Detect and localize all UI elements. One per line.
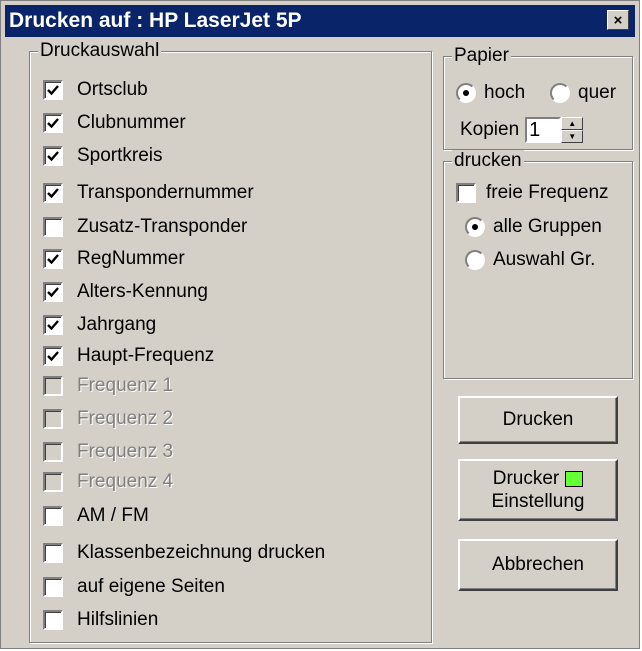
radio-alle-gruppen-label: alle Gruppen bbox=[493, 216, 602, 237]
druckauswahl-item-label: Clubnummer bbox=[77, 112, 186, 133]
freie-frequenz-label: freie Frequenz bbox=[486, 182, 609, 203]
druckauswahl-item[interactable]: auf eigene Seiten bbox=[43, 576, 225, 598]
radio-alle-gruppen[interactable]: alle Gruppen bbox=[465, 216, 602, 238]
radio-auswahl-gr-circle[interactable] bbox=[465, 250, 485, 270]
checkmark-icon bbox=[47, 287, 59, 298]
checkmark-icon bbox=[47, 118, 59, 129]
druckauswahl-item-label: Frequenz 4 bbox=[77, 471, 174, 492]
druckauswahl-checkbox[interactable] bbox=[43, 113, 63, 133]
druckauswahl-group-label: Druckauswahl bbox=[38, 40, 162, 62]
druckauswahl-checkbox bbox=[43, 442, 63, 462]
radio-hoch-circle[interactable] bbox=[456, 83, 476, 103]
radio-dot-alle-gruppen bbox=[472, 224, 478, 230]
checkmark-icon bbox=[47, 151, 59, 162]
druckauswahl-item[interactable]: Klassenbezeichnung drucken bbox=[43, 542, 325, 564]
spin-down-icon[interactable]: ▼ bbox=[561, 130, 584, 143]
druckauswahl-item-label: Alters-Kennung bbox=[77, 281, 208, 302]
drucker-button-line2: Einstellung bbox=[491, 491, 585, 512]
radio-hoch-label: hoch bbox=[484, 82, 526, 103]
druckauswahl-checkbox bbox=[43, 409, 63, 429]
kopien-input[interactable]: 1 bbox=[525, 117, 562, 143]
druckauswahl-item[interactable]: Haupt-Frequenz bbox=[43, 345, 214, 367]
druckauswahl-item-label: AM / FM bbox=[77, 505, 149, 526]
radio-quer[interactable]: quer bbox=[550, 82, 616, 104]
drucken-group-label: drucken bbox=[452, 150, 524, 172]
status-indicator-icon bbox=[565, 470, 584, 487]
drucken-button[interactable]: Drucken bbox=[458, 396, 618, 444]
druckauswahl-item-label: Ortsclub bbox=[77, 79, 148, 100]
druckauswahl-item: Frequenz 1 bbox=[43, 375, 173, 397]
druckauswahl-item-label: Frequenz 3 bbox=[77, 441, 174, 462]
druckauswahl-item-label: RegNummer bbox=[77, 248, 185, 269]
druckauswahl-item-label: Hilfslinien bbox=[77, 609, 159, 630]
druckauswahl-item[interactable]: Clubnummer bbox=[43, 112, 186, 134]
druckauswahl-item-label: Sportkreis bbox=[77, 145, 163, 166]
drucker-button-line1: Drucker bbox=[492, 468, 560, 489]
radio-alle-gruppen-circle[interactable] bbox=[465, 217, 485, 237]
checkmark-icon bbox=[47, 320, 59, 331]
druckauswahl-item-label: Klassenbezeichnung drucken bbox=[77, 542, 326, 563]
druckauswahl-checkbox[interactable] bbox=[43, 543, 63, 563]
druckauswahl-checkbox[interactable] bbox=[43, 183, 63, 203]
druckauswahl-item[interactable]: Alters-Kennung bbox=[43, 281, 208, 303]
radio-auswahl-gr-label: Auswahl Gr. bbox=[493, 249, 596, 270]
checkmark-icon bbox=[47, 351, 59, 362]
window-title: Drucken auf : HP LaserJet 5P bbox=[9, 9, 302, 32]
druckauswahl-checkbox bbox=[43, 376, 63, 396]
druckauswahl-item: Frequenz 3 bbox=[43, 441, 173, 463]
druckauswahl-checkbox[interactable] bbox=[43, 506, 63, 526]
druckauswahl-item-label: Zusatz-Transponder bbox=[77, 216, 248, 237]
radio-auswahl-gr[interactable]: Auswahl Gr. bbox=[465, 249, 595, 271]
druckauswahl-item[interactable]: Hilfslinien bbox=[43, 609, 158, 631]
checkmark-icon bbox=[47, 254, 59, 265]
radio-hoch[interactable]: hoch bbox=[456, 82, 525, 104]
papier-group-label: Papier bbox=[452, 45, 511, 67]
druckauswahl-item[interactable]: Ortsclub bbox=[43, 79, 148, 101]
druckauswahl-checkbox[interactable] bbox=[43, 315, 63, 335]
radio-quer-label: quer bbox=[578, 82, 617, 103]
drucker-button-line1-row: Drucker bbox=[493, 467, 584, 490]
radio-dot-hoch bbox=[463, 90, 469, 96]
druckauswahl-checkbox[interactable] bbox=[43, 282, 63, 302]
abbrechen-button-label: Abbrechen bbox=[492, 554, 584, 575]
druckauswahl-item-label: Frequenz 2 bbox=[77, 408, 174, 429]
druckauswahl-item: Frequenz 4 bbox=[43, 471, 173, 493]
close-icon: × bbox=[613, 11, 623, 29]
kopien-spinner[interactable]: ▲ ▼ bbox=[561, 117, 584, 143]
druckauswahl-checkbox[interactable] bbox=[43, 346, 63, 366]
drucker-einstellung-button[interactable]: Drucker Einstellung bbox=[458, 459, 618, 521]
kopien-row: Kopien 1 ▲ ▼ bbox=[460, 117, 584, 143]
druckauswahl-checkbox[interactable] bbox=[43, 146, 63, 166]
abbrechen-button[interactable]: Abbrechen bbox=[458, 539, 618, 591]
print-dialog-window: Drucken auf : HP LaserJet 5P × Druckausw… bbox=[0, 0, 640, 649]
druckauswahl-checkbox[interactable] bbox=[43, 80, 63, 100]
druckauswahl-checkbox[interactable] bbox=[43, 610, 63, 630]
druckauswahl-checkbox[interactable] bbox=[43, 249, 63, 269]
close-button[interactable]: × bbox=[607, 10, 629, 30]
druckauswahl-item-label: Haupt-Frequenz bbox=[77, 345, 215, 366]
freie-frequenz-checkbox-row[interactable]: freie Frequenz bbox=[456, 182, 609, 204]
druckauswahl-item-label: auf eigene Seiten bbox=[77, 576, 225, 597]
druckauswahl-checkbox[interactable] bbox=[43, 217, 63, 237]
druckauswahl-item-label: Frequenz 1 bbox=[77, 375, 174, 396]
druckauswahl-checkbox bbox=[43, 472, 63, 492]
druckauswahl-item[interactable]: RegNummer bbox=[43, 248, 185, 270]
druckauswahl-checkbox[interactable] bbox=[43, 577, 63, 597]
druckauswahl-item[interactable]: Transpondernummer bbox=[43, 182, 254, 204]
checkmark-icon bbox=[47, 188, 59, 199]
radio-quer-circle[interactable] bbox=[550, 83, 570, 103]
kopien-label: Kopien bbox=[460, 119, 520, 140]
druckauswahl-item[interactable]: Jahrgang bbox=[43, 314, 156, 336]
drucken-button-label: Drucken bbox=[502, 409, 574, 430]
druckauswahl-item[interactable]: AM / FM bbox=[43, 505, 149, 527]
druckauswahl-item-label: Transpondernummer bbox=[77, 182, 254, 203]
druckauswahl-item-label: Jahrgang bbox=[77, 314, 157, 335]
title-bar[interactable]: Drucken auf : HP LaserJet 5P × bbox=[5, 5, 635, 37]
spin-up-icon[interactable]: ▲ bbox=[561, 117, 584, 130]
checkmark-icon bbox=[47, 85, 59, 96]
druckauswahl-item[interactable]: Zusatz-Transponder bbox=[43, 216, 247, 238]
freie-frequenz-checkbox[interactable] bbox=[456, 183, 476, 203]
druckauswahl-item[interactable]: Sportkreis bbox=[43, 145, 163, 167]
druckauswahl-item: Frequenz 2 bbox=[43, 408, 173, 430]
